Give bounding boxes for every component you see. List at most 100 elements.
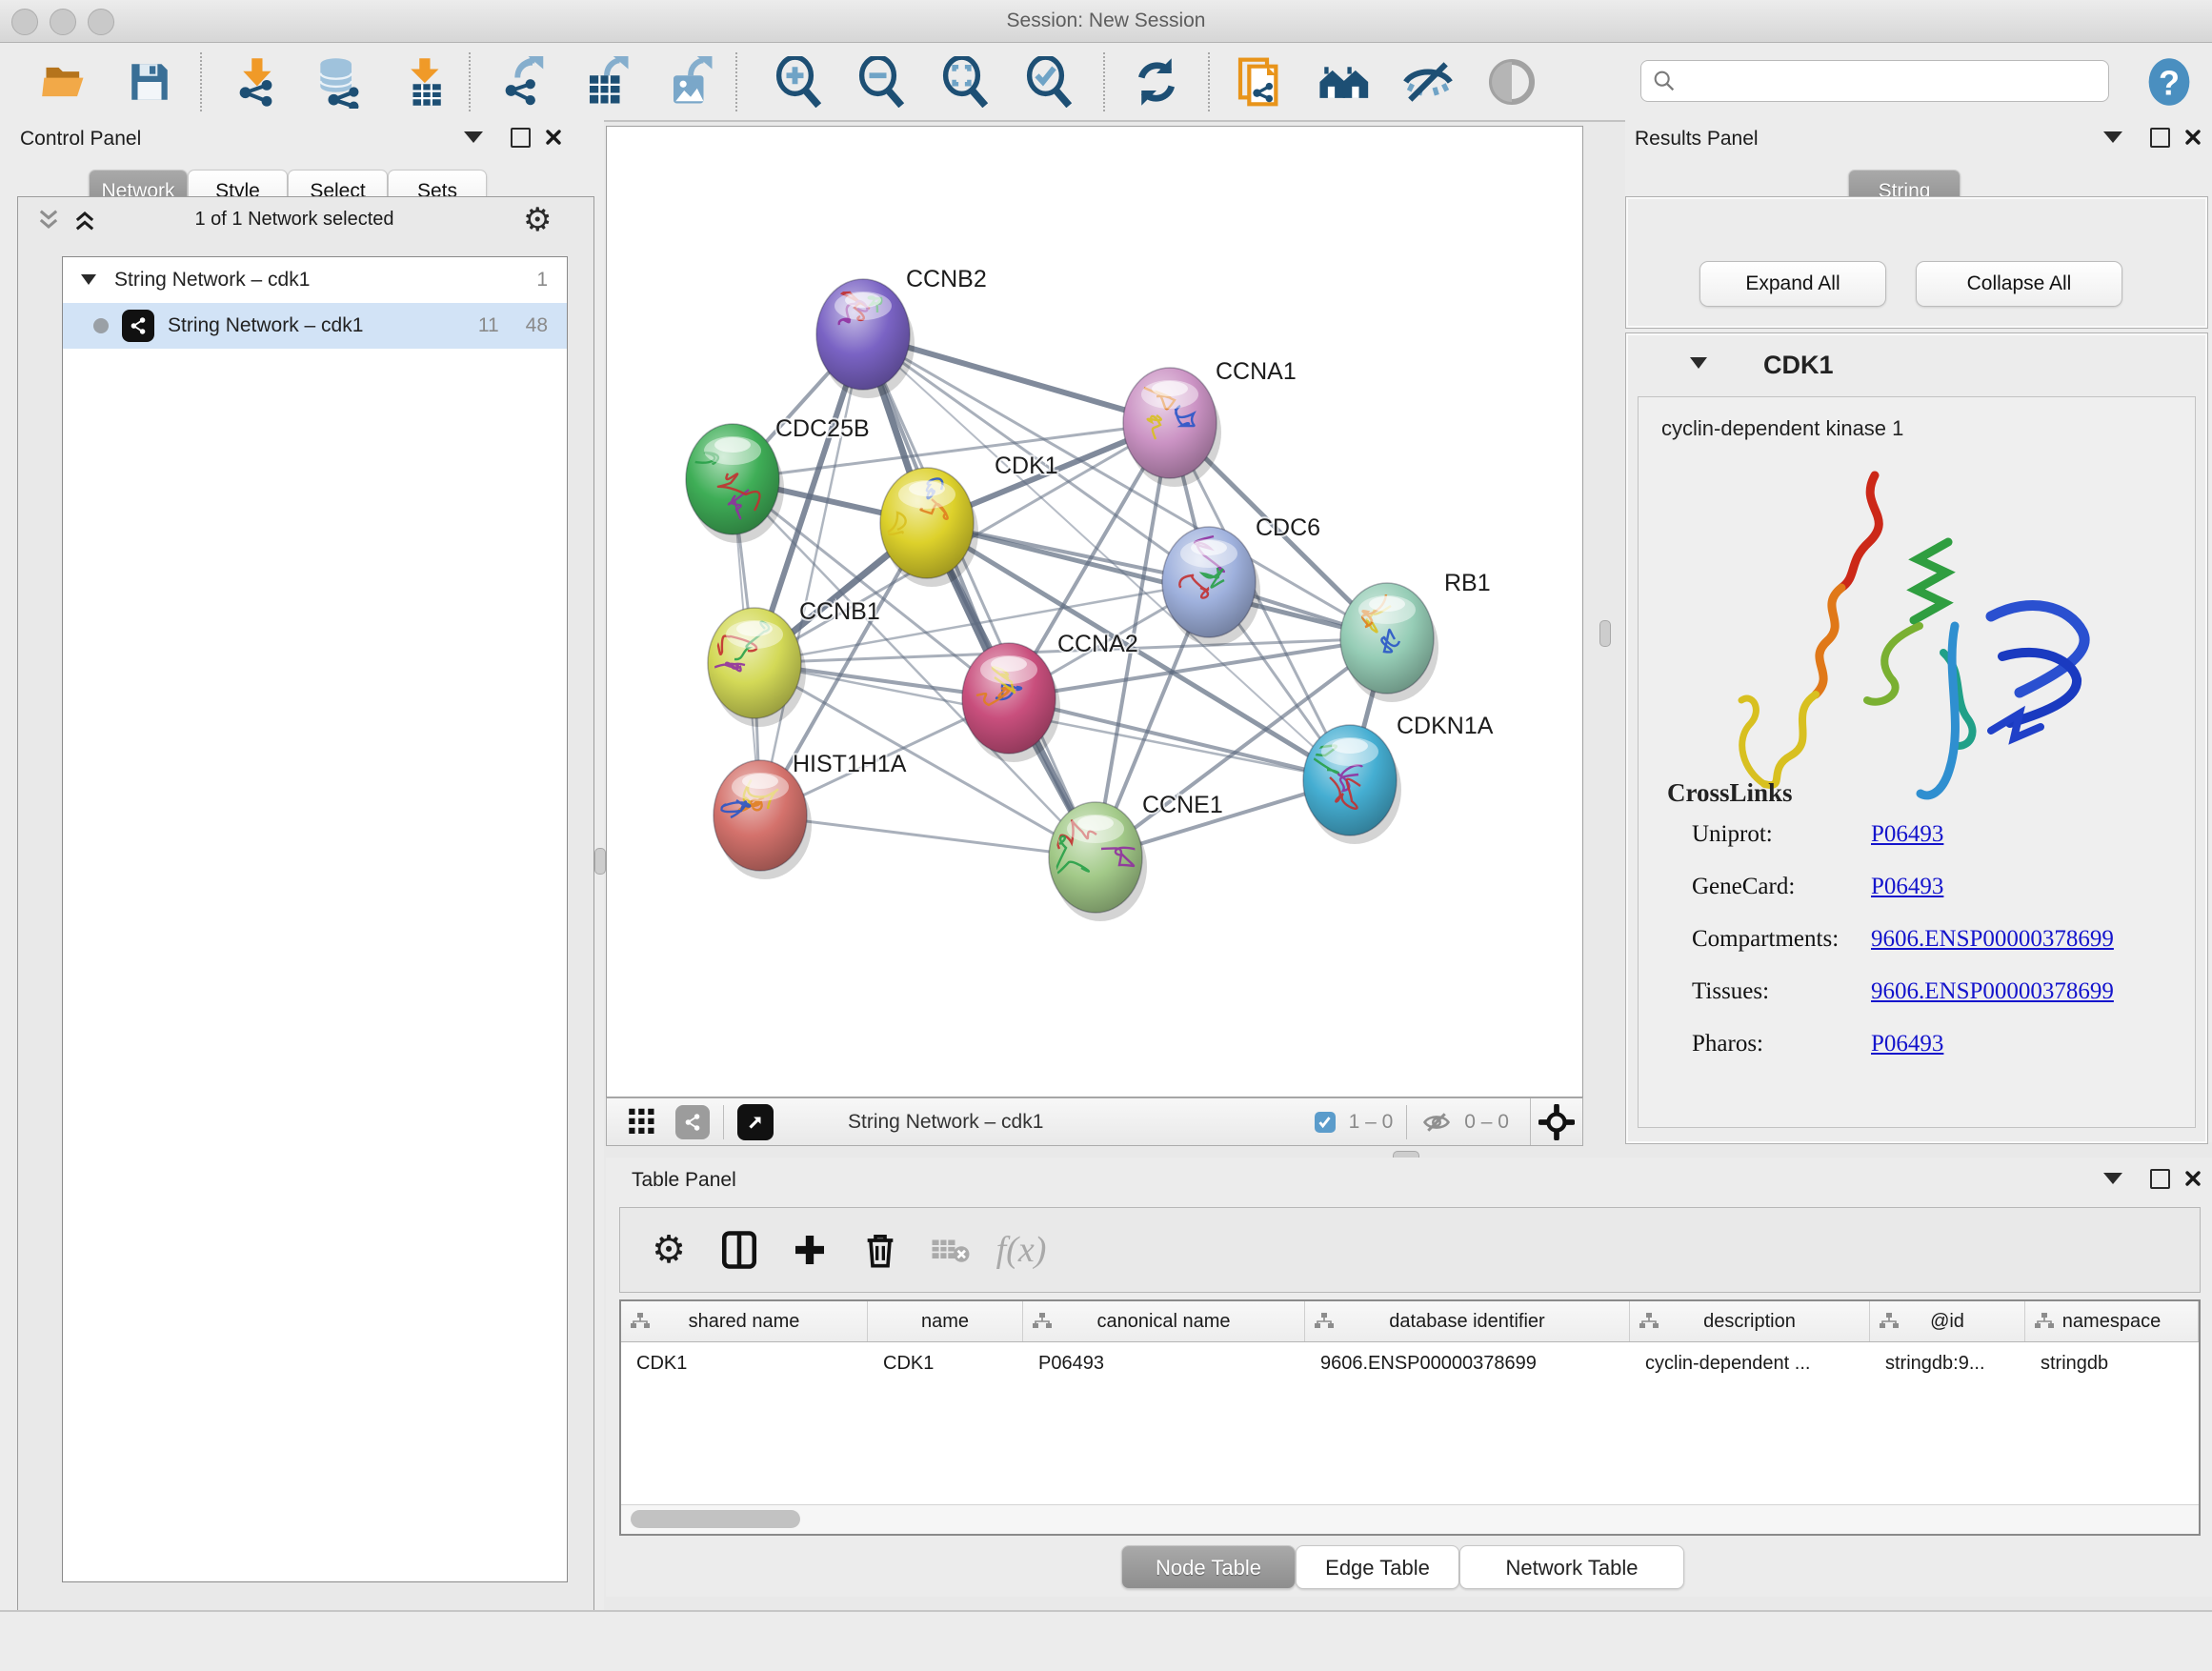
crosslink-value-link[interactable]: P06493 [1871,821,1943,848]
copy-document-icon [1234,55,1287,109]
columns-icon [719,1229,759,1271]
network-node-CDC6[interactable]: CDC6 [1162,514,1320,646]
table-panel-float-button[interactable] [2145,1166,2174,1191]
hide-selected-button[interactable] [1400,54,1456,110]
network-edge-CCNB2-HIST1H1A[interactable] [760,334,863,815]
refresh-view-button[interactable] [1129,54,1184,110]
import-network-file-button[interactable] [231,54,286,110]
network-node-RB1[interactable]: RB1 [1340,570,1491,702]
show-all-nodes-button[interactable] [1317,54,1373,110]
left-splitter-handle[interactable] [594,848,606,875]
tab-network-table[interactable]: Network Table [1459,1545,1684,1589]
collapse-all-networks-button[interactable] [35,207,62,238]
network-graph[interactable]: CCNB2CCNA1CDC25BCDK1CDC6RB1CCNB1CCNA2CDK… [607,127,1582,1097]
function-builder-button[interactable]: f(x) [986,1217,1056,1283]
table-cell[interactable]: CDK1 [868,1342,1023,1384]
network-node-CCNB1[interactable]: CCNB1 [706,598,880,727]
section-collapse-icon[interactable] [1689,355,1708,374]
tab-edge-table[interactable]: Edge Table [1296,1545,1459,1589]
table-cell[interactable]: stringdb:9... [1870,1342,2025,1384]
control-panel-float-button[interactable] [506,125,534,150]
show-hidden-button[interactable] [1484,54,1539,110]
zoom-in-button[interactable] [772,54,827,110]
export-network-icon [498,56,550,108]
network-node-CCNB2[interactable]: CCNB2 [816,266,987,398]
scrollbar-thumb[interactable] [631,1510,800,1528]
table-panel-menu-button[interactable] [2099,1166,2127,1191]
delete-column-button[interactable] [845,1217,915,1283]
save-session-button[interactable] [122,54,177,110]
column-header-name[interactable]: name [868,1301,1023,1341]
network-node-CCNE1[interactable]: CCNE1 [1049,792,1223,921]
network-node-CDKN1A[interactable]: CDKN1A [1303,713,1494,844]
table-cell[interactable]: cyclin-dependent ... [1630,1342,1870,1384]
table-cell[interactable]: 9606.ENSP00000378699 [1305,1342,1630,1384]
network-node-CCNA1[interactable]: CCNA1 [1123,358,1297,487]
title-bar: Session: New Session [0,0,2212,43]
table-cell[interactable]: CDK1 [621,1342,868,1384]
column-header-shared-name[interactable]: shared name [621,1301,868,1341]
network-tree: String Network – cdk1 1 String Network –… [62,256,568,1582]
network-view-title: String Network – cdk1 [848,1111,1043,1134]
crosslink-value-link[interactable]: P06493 [1871,874,1943,900]
tree-expand-icon[interactable] [80,269,97,292]
show-hide-columns-button[interactable] [704,1217,774,1283]
column-header-description[interactable]: description [1630,1301,1870,1341]
results-panel-float-button[interactable] [2145,125,2174,150]
table-cell[interactable]: stringdb [2025,1342,2199,1384]
results-panel-menu-button[interactable] [2099,125,2127,150]
table-row[interactable]: CDK1CDK1P064939606.ENSP00000378699cyclin… [621,1342,2199,1384]
export-network-button[interactable] [496,54,552,110]
control-panel-close-button[interactable] [539,125,568,150]
import-table-file-button[interactable] [398,54,453,110]
column-header-namespace[interactable]: namespace [2025,1301,2199,1341]
collapse-all-button[interactable]: Collapse All [1916,261,2122,307]
network-node-HIST1H1A[interactable]: HIST1H1A [714,751,907,879]
table-horizontal-scrollbar[interactable] [621,1504,2199,1534]
delete-table-button[interactable] [915,1217,986,1283]
expand-all-networks-button[interactable] [71,207,98,238]
column-header--id[interactable]: @id [1870,1301,2025,1341]
zoom-selected-icon [1024,56,1076,108]
export-image-button[interactable] [663,54,718,110]
control-panel-menu-button[interactable] [459,125,488,150]
create-column-button[interactable] [774,1217,845,1283]
column-header-canonical-name[interactable]: canonical name [1023,1301,1305,1341]
network-collection-row[interactable]: String Network – cdk1 1 [63,257,567,303]
expand-all-button[interactable]: Expand All [1699,261,1886,307]
network-row[interactable]: String Network – cdk1 11 48 [63,303,567,349]
network-options-gear-button[interactable]: ⚙ [523,201,552,239]
zoom-selected-button[interactable] [1022,54,1077,110]
crosslink-value-link[interactable]: P06493 [1871,1031,1943,1057]
crosslink-value-link[interactable]: 9606.ENSP00000378699 [1871,926,2114,953]
network-canvas[interactable]: CCNB2CCNA1CDC25BCDK1CDC6RB1CCNB1CCNA2CDK… [606,126,1583,1097]
results-panel-close-button[interactable] [2179,125,2207,150]
import-network-database-button[interactable] [311,54,366,110]
network-node-CDK1[interactable]: CDK1 [879,453,1058,587]
copy-network-button[interactable] [1233,54,1288,110]
network-edge-CCNB2-CCNE1[interactable] [863,334,1096,857]
birds-eye-view-button[interactable] [1530,1098,1582,1145]
results-panel: Results Panel String Expand All Collapse… [1625,120,2212,1142]
node-table: shared name namecanonical namedatabase id… [619,1299,2201,1536]
gene-section-header[interactable]: CDK1 [1626,333,2207,396]
grid-view-button[interactable] [628,1105,656,1138]
right-splitter-handle[interactable] [1599,620,1611,647]
tab-node-table[interactable]: Node Table [1121,1545,1296,1589]
column-header-label: shared name [689,1311,800,1333]
open-session-button[interactable] [37,54,92,110]
export-table-button[interactable] [579,54,634,110]
external-arrow-icon [745,1112,766,1133]
help-button[interactable]: ? [2142,54,2197,110]
crosslink-value-link[interactable]: 9606.ENSP00000378699 [1871,978,2114,1005]
table-settings-button[interactable]: ⚙ [633,1217,704,1283]
table-panel-close-button[interactable] [2179,1166,2207,1191]
table-cell[interactable]: P06493 [1023,1342,1305,1384]
network-view-mode-button[interactable] [675,1105,710,1139]
column-header-database-identifier[interactable]: database identifier [1305,1301,1630,1341]
detach-view-button[interactable] [737,1104,774,1140]
zoom-out-button[interactable] [855,54,910,110]
zoom-fit-button[interactable] [938,54,994,110]
search-input[interactable] [1678,70,2108,93]
selected-indicator-checkbox[interactable] [1315,1112,1336,1133]
